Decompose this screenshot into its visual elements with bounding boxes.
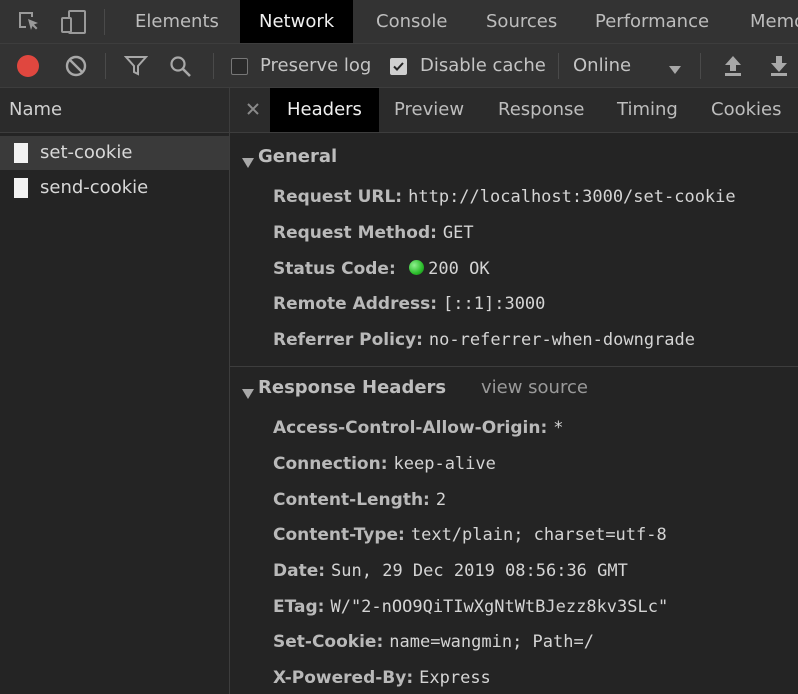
header-key: Request Method: xyxy=(273,223,437,243)
header-key: Request URL: xyxy=(273,187,403,207)
response-headers-section-title[interactable]: Response Headers xyxy=(258,377,446,398)
preserve-log-checkbox[interactable] xyxy=(231,58,248,75)
header-row: Request URL: http://localhost:3000/set-co… xyxy=(273,182,736,212)
header-key: Connection: xyxy=(273,454,388,474)
tab-headers[interactable]: Headers xyxy=(270,88,379,132)
header-value: text/plain; charset=utf-8 xyxy=(410,525,667,545)
header-row: Date: Sun, 29 Dec 2019 08:56:36 GMT xyxy=(273,556,628,586)
close-icon[interactable] xyxy=(244,100,262,118)
triangle-down-icon[interactable] xyxy=(242,153,254,168)
tab-memory[interactable]: Memory xyxy=(750,0,798,43)
tab-console[interactable]: Console xyxy=(376,0,447,43)
header-key: ETag: xyxy=(273,597,325,617)
toolbar-separator xyxy=(700,53,701,79)
request-name: send-cookie xyxy=(40,177,149,198)
header-row: X-Powered-By: Express xyxy=(273,663,491,693)
header-row: Access-Control-Allow-Origin: * xyxy=(273,413,564,443)
status-ok-icon xyxy=(409,260,425,275)
toolbar-separator xyxy=(213,53,214,79)
chevron-down-icon[interactable] xyxy=(668,60,682,74)
tab-elements[interactable]: Elements xyxy=(135,0,219,43)
header-row: Status Code: 200 OK xyxy=(273,254,490,284)
disable-cache-checkbox[interactable] xyxy=(390,58,407,75)
header-key: Access-Control-Allow-Origin: xyxy=(273,418,548,438)
header-row: Content-Length: 2 xyxy=(273,485,446,515)
header-key: Status Code: xyxy=(273,259,396,279)
header-key: Date: xyxy=(273,561,326,581)
header-value: Sun, 29 Dec 2019 08:56:36 GMT xyxy=(331,561,628,581)
toolbar-separator xyxy=(105,53,106,79)
tab-separator xyxy=(104,9,105,35)
section-divider xyxy=(230,366,798,367)
tab-response[interactable]: Response xyxy=(498,88,584,132)
header-value: W/"2-nOO9QiTIwXgNtWtBJezz8kv3SLc" xyxy=(330,597,669,617)
tab-sources[interactable]: Sources xyxy=(486,0,557,43)
header-value: * xyxy=(553,418,564,438)
disable-cache-label[interactable]: Disable cache xyxy=(420,44,546,87)
clear-icon[interactable] xyxy=(65,55,87,77)
name-column-label: Name xyxy=(9,99,63,120)
header-row: Request Method: GET xyxy=(273,218,474,248)
tab-timing[interactable]: Timing xyxy=(617,88,678,132)
record-button[interactable] xyxy=(17,55,39,77)
header-row: Remote Address: [::1]:3000 xyxy=(273,289,545,319)
preserve-log-label[interactable]: Preserve log xyxy=(260,44,371,87)
header-value: GET xyxy=(442,223,474,243)
header-value: 2 xyxy=(435,490,447,510)
general-section-title[interactable]: General xyxy=(258,146,337,167)
header-value: http://localhost:3000/set-cookie xyxy=(408,187,736,207)
header-value: keep-alive xyxy=(393,454,496,474)
header-row: Set-Cookie: name=wangmin; Path=/ xyxy=(273,627,594,657)
file-icon xyxy=(14,178,28,198)
request-name: set-cookie xyxy=(40,142,133,163)
toolbar-separator xyxy=(558,53,559,79)
device-toolbar-icon[interactable] xyxy=(61,10,87,34)
header-value: 200 OK xyxy=(428,259,490,279)
tab-network[interactable]: Network xyxy=(240,0,354,43)
header-value: name=wangmin; Path=/ xyxy=(389,632,594,652)
triangle-down-icon[interactable] xyxy=(242,384,254,399)
search-icon[interactable] xyxy=(169,55,193,79)
request-row-set-cookie[interactable]: set-cookie xyxy=(0,136,229,170)
header-value: no-referrer-when-downgrade xyxy=(428,330,696,350)
header-key: Set-Cookie: xyxy=(273,632,384,652)
header-row: Referrer Policy: no-referrer-when-downgra… xyxy=(273,325,695,355)
header-value: Express xyxy=(419,668,491,688)
request-row-send-cookie[interactable]: send-cookie xyxy=(0,171,229,205)
file-icon xyxy=(14,143,28,163)
header-row: Content-Type: text/plain; charset=utf-8 xyxy=(273,520,667,550)
header-key: Referrer Policy: xyxy=(273,330,423,350)
header-value: [::1]:3000 xyxy=(443,294,546,314)
tab-performance[interactable]: Performance xyxy=(595,0,709,43)
throttling-select[interactable]: Online xyxy=(573,44,631,87)
header-key: Content-Type: xyxy=(273,525,405,545)
header-key: Remote Address: xyxy=(273,294,438,314)
import-har-icon[interactable] xyxy=(722,54,744,78)
export-har-icon[interactable] xyxy=(768,54,790,78)
view-source-link[interactable]: view source xyxy=(481,377,588,398)
header-row: Connection: keep-alive xyxy=(273,449,496,479)
tab-cookies[interactable]: Cookies xyxy=(711,88,781,132)
header-key: Content-Length: xyxy=(273,490,430,510)
inspect-element-icon[interactable] xyxy=(17,10,41,34)
tab-preview[interactable]: Preview xyxy=(394,88,464,132)
header-row: ETag: W/"2-nOO9QiTIwXgNtWtBJezz8kv3SLc" xyxy=(273,592,668,622)
filter-icon[interactable] xyxy=(123,55,149,77)
header-key: X-Powered-By: xyxy=(273,668,414,688)
